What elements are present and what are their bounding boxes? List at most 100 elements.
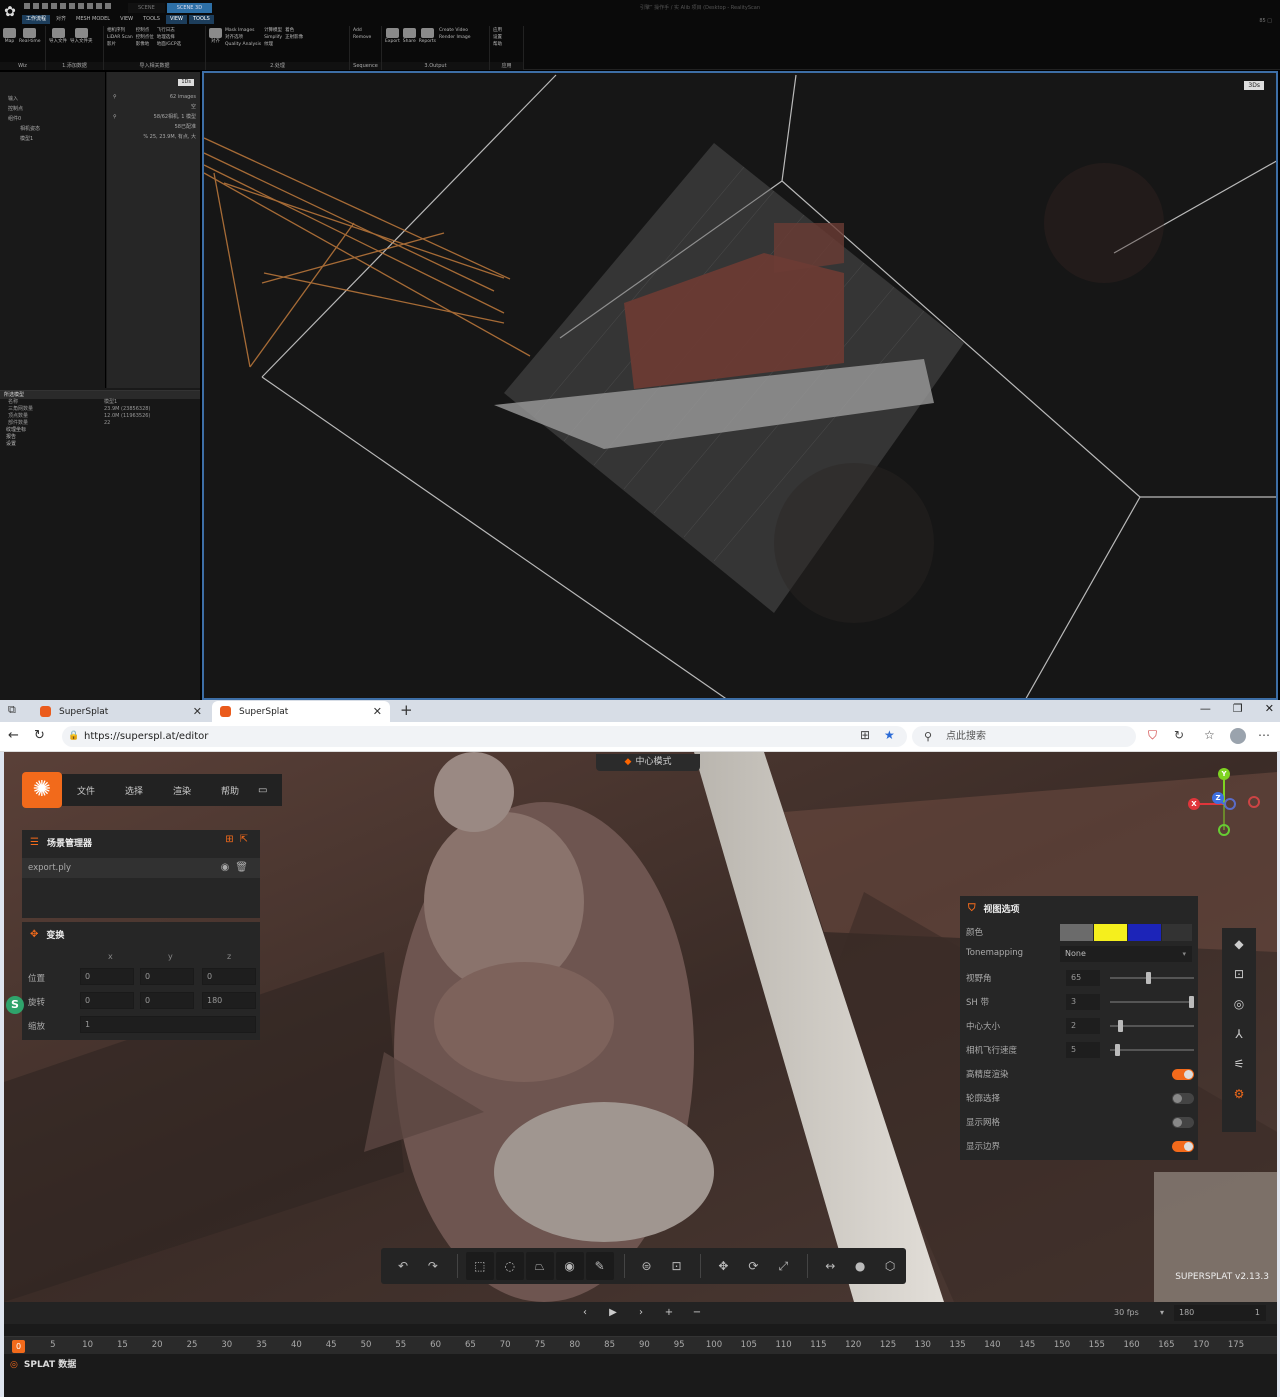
timeline-tick[interactable]: 10 bbox=[82, 1340, 93, 1350]
timeline-tick[interactable]: 90 bbox=[639, 1340, 650, 1350]
quick-access-icon[interactable] bbox=[42, 3, 48, 9]
timeline-tick[interactable]: 160 bbox=[1123, 1340, 1139, 1350]
timeline-tick[interactable]: 35 bbox=[256, 1340, 267, 1350]
close-window-icon[interactable]: ✕ bbox=[1265, 702, 1274, 715]
map-button[interactable]: Map bbox=[3, 28, 16, 60]
orientation-gizmo[interactable]: Y X Z bbox=[1180, 766, 1270, 850]
sliders-icon[interactable]: ⚟ bbox=[1234, 1054, 1245, 1075]
splat-status-badge[interactable]: S bbox=[6, 996, 24, 1014]
ribbon-item[interactable]: 控制点 bbox=[136, 28, 154, 34]
timeline-tick[interactable]: 145 bbox=[1019, 1340, 1035, 1350]
ribbon-tab-scene-view[interactable]: VIEW bbox=[165, 15, 187, 24]
current-frame-marker[interactable]: 0 bbox=[12, 1340, 25, 1353]
high-precision-toggle[interactable] bbox=[1172, 1069, 1194, 1080]
timeline-tick[interactable]: 25 bbox=[187, 1340, 198, 1350]
ribbon-item[interactable]: 影片 bbox=[107, 42, 133, 48]
new-tab-button[interactable]: + bbox=[400, 701, 413, 719]
center-size-slider[interactable] bbox=[1110, 1020, 1194, 1032]
center-mode-indicator[interactable]: ◆ 中心模式 bbox=[596, 754, 700, 771]
scale-input[interactable]: 1 bbox=[80, 1016, 256, 1033]
tonemapping-select[interactable]: None ▾ bbox=[1060, 946, 1192, 962]
quick-access-icon[interactable] bbox=[87, 3, 93, 9]
timeline-tick[interactable]: 55 bbox=[395, 1340, 406, 1350]
import-file-button[interactable]: 导入文件 bbox=[49, 28, 67, 60]
ribbon-tab-mesh-model[interactable]: MESH MODEL bbox=[72, 15, 114, 24]
tree-1ds-badge[interactable]: 1Ds bbox=[178, 79, 194, 86]
undo-icon[interactable]: ↶ bbox=[389, 1252, 417, 1280]
property-section-texture[interactable]: 纹理坐标 bbox=[0, 427, 200, 434]
rect-select-icon[interactable]: ⬚ bbox=[465, 1252, 494, 1280]
quick-access-icon[interactable] bbox=[96, 3, 102, 9]
ribbon-item[interactable]: 应用 bbox=[493, 28, 502, 34]
slider-thumb[interactable] bbox=[1114, 1044, 1120, 1056]
ribbon-item[interactable]: 正射影像 bbox=[285, 35, 303, 41]
timeline-tick[interactable]: 15 bbox=[117, 1340, 128, 1350]
rotation-z-input[interactable]: 180 bbox=[202, 992, 256, 1009]
property-section-report[interactable]: 报告 bbox=[0, 434, 200, 441]
add-key-icon[interactable]: + bbox=[656, 1302, 682, 1324]
rotation-y-input[interactable]: 0 bbox=[140, 992, 194, 1009]
render-image-button[interactable]: Render Image bbox=[439, 35, 471, 41]
menu-file[interactable]: 文件 bbox=[62, 784, 110, 797]
help-button[interactable]: 帮助 bbox=[493, 42, 502, 48]
pivot-icon[interactable]: ● bbox=[846, 1252, 874, 1280]
timeline-tick[interactable]: 30 bbox=[221, 1340, 232, 1350]
timeline-tick[interactable]: 75 bbox=[535, 1340, 546, 1350]
ribbon-item[interactable]: 纹理 bbox=[264, 42, 282, 48]
show-bound-toggle[interactable] bbox=[1172, 1141, 1194, 1152]
ribbon-tab-view[interactable]: VIEW bbox=[116, 15, 137, 24]
property-section-settings[interactable]: 设置 bbox=[0, 441, 200, 448]
delete-trash-icon[interactable]: 🗑 bbox=[235, 862, 254, 873]
timeline-tick[interactable]: 110 bbox=[775, 1340, 791, 1350]
position-y-input[interactable]: 0 bbox=[140, 968, 194, 985]
bound-icon[interactable]: ⬡ bbox=[876, 1252, 904, 1280]
timeline-tick[interactable]: 50 bbox=[361, 1340, 372, 1350]
quick-access-icon[interactable] bbox=[105, 3, 111, 9]
redo-icon[interactable]: ↷ bbox=[419, 1252, 447, 1280]
selected-color-swatch[interactable] bbox=[1094, 924, 1127, 941]
extension-shield-icon[interactable]: ⛉ bbox=[1148, 728, 1157, 743]
quick-access-icon[interactable] bbox=[33, 3, 39, 9]
supersplat-logo-icon[interactable]: ✺ bbox=[22, 772, 62, 808]
tree-item-component[interactable]: 组件0 bbox=[0, 114, 105, 124]
frame-selection-icon[interactable]: ⊡ bbox=[1234, 964, 1244, 985]
menu-render[interactable]: 渲染 bbox=[158, 784, 206, 797]
share-button[interactable]: Share bbox=[402, 28, 416, 60]
tab-scene[interactable]: SCENE bbox=[128, 3, 165, 13]
rotation-x-input[interactable]: 0 bbox=[80, 992, 134, 1009]
app-view-icon[interactable]: ⊞ bbox=[860, 728, 870, 742]
search-field[interactable]: ⚲ 点此搜索 bbox=[912, 726, 1136, 747]
quick-access-icon[interactable] bbox=[24, 3, 30, 9]
ribbon-tab-align[interactable]: 对齐 bbox=[52, 15, 70, 24]
quick-access-icon[interactable] bbox=[69, 3, 75, 9]
fly-speed-slider[interactable] bbox=[1110, 1044, 1194, 1056]
play-icon[interactable]: ▶ bbox=[600, 1302, 626, 1324]
timeline-tick[interactable]: 170 bbox=[1193, 1340, 1209, 1350]
reset-camera-icon[interactable]: ◆ bbox=[1234, 934, 1243, 955]
tree-item-control-points[interactable]: 控制点 bbox=[0, 104, 105, 114]
ribbon-item[interactable]: 相机序列 bbox=[107, 28, 133, 34]
unselected-color-swatch[interactable] bbox=[1128, 924, 1161, 941]
timeline-tick[interactable]: 175 bbox=[1228, 1340, 1244, 1350]
fov-slider[interactable] bbox=[1110, 972, 1194, 984]
profile-avatar[interactable] bbox=[1230, 728, 1246, 744]
browser-tab[interactable]: SuperSplat ✕ bbox=[32, 701, 210, 722]
sh-bands-slider[interactable] bbox=[1110, 996, 1194, 1008]
outline-selection-toggle[interactable] bbox=[1172, 1093, 1194, 1104]
app-logo-icon[interactable]: ✿ bbox=[2, 4, 18, 20]
export-button[interactable]: Export bbox=[385, 28, 400, 60]
box-select-icon[interactable]: ⊡ bbox=[663, 1252, 691, 1280]
quick-access-icon[interactable] bbox=[78, 3, 84, 9]
tree-item-model[interactable]: 模型1 bbox=[0, 134, 105, 144]
brush-select-icon[interactable]: ◉ bbox=[555, 1252, 584, 1280]
tab-actions-icon[interactable]: ⧉ bbox=[8, 703, 16, 717]
ribbon-tab-workflow[interactable]: 工作流程 bbox=[22, 15, 51, 24]
gizmo-y-axis[interactable]: Y bbox=[1218, 768, 1230, 780]
menu-help[interactable]: 帮助 bbox=[206, 784, 254, 797]
import-folder-button[interactable]: 导入文件夹 bbox=[70, 28, 93, 60]
timeline-tick[interactable]: 20 bbox=[152, 1340, 163, 1350]
restore-icon[interactable]: ❐ bbox=[1233, 702, 1243, 715]
timeline-tick[interactable]: 130 bbox=[915, 1340, 931, 1350]
ribbon-item[interactable]: 地理选择 bbox=[157, 35, 181, 41]
timeline-tick[interactable]: 105 bbox=[741, 1340, 757, 1350]
